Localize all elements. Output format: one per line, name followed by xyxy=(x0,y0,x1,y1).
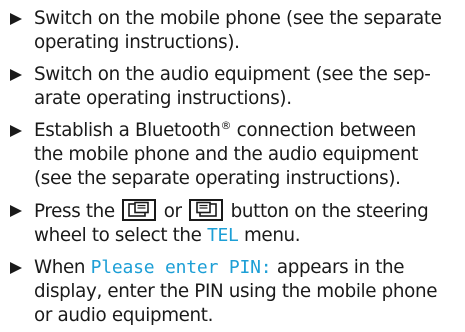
phone-forward-button-icon xyxy=(189,199,224,221)
registered-mark: ® xyxy=(220,119,232,132)
step-text-line: Switch on the audio equipment (see the s… xyxy=(34,64,431,85)
step-arrow-icon xyxy=(10,205,22,217)
step-text: Press the xyxy=(34,201,121,222)
instruction-page: Switch on the mobile phone (see the sepa… xyxy=(0,0,465,332)
step-text-line: operating instructions). xyxy=(34,32,240,53)
step-text: button on the steering xyxy=(225,201,429,222)
step-text: Establish a Bluetooth xyxy=(34,120,221,141)
step-text-line: (see the separate operating instructions… xyxy=(34,168,401,189)
step-switch-on-phone: Switch on the mobile phone (see the sepa… xyxy=(8,7,457,55)
step-text-line: When Please enter PIN: appears in the xyxy=(34,256,457,280)
display-message: Please enter PIN: xyxy=(90,257,272,278)
step-text-line: arate operating instructions). xyxy=(34,88,292,109)
step-text-line: wheel to select the TEL menu. xyxy=(34,224,457,248)
step-switch-on-audio: Switch on the audio equipment (see the s… xyxy=(8,63,457,111)
step-text: appears in the xyxy=(271,257,405,278)
step-enter-pin: When Please enter PIN: appears in the di… xyxy=(8,256,457,328)
step-text: When xyxy=(34,257,91,278)
step-select-tel-menu: Press the or button on the steering whee… xyxy=(8,199,457,248)
step-text-line: or audio equipment. xyxy=(34,305,214,326)
step-text-line: display, enter the PIN using the mobile … xyxy=(34,281,438,302)
tel-menu-label: TEL xyxy=(207,225,239,246)
step-bluetooth-connection: Establish a Bluetooth® connection betwee… xyxy=(8,119,457,191)
step-text: menu. xyxy=(238,225,301,246)
step-text-line: the mobile phone and the audio equipment xyxy=(34,144,419,165)
step-arrow-icon xyxy=(10,69,22,81)
step-text: connection between xyxy=(231,120,417,141)
phone-back-button-icon xyxy=(122,199,157,221)
step-text-line: Press the or button on the steering xyxy=(34,199,457,224)
step-arrow-icon xyxy=(10,125,22,137)
step-arrow-icon xyxy=(10,13,22,25)
step-arrow-icon xyxy=(10,262,22,274)
step-text-line: Switch on the mobile phone (see the sepa… xyxy=(34,8,442,29)
step-text: or xyxy=(158,201,188,222)
step-text-line: Establish a Bluetooth® connection betwee… xyxy=(34,119,457,143)
step-text: wheel to select the xyxy=(34,225,208,246)
